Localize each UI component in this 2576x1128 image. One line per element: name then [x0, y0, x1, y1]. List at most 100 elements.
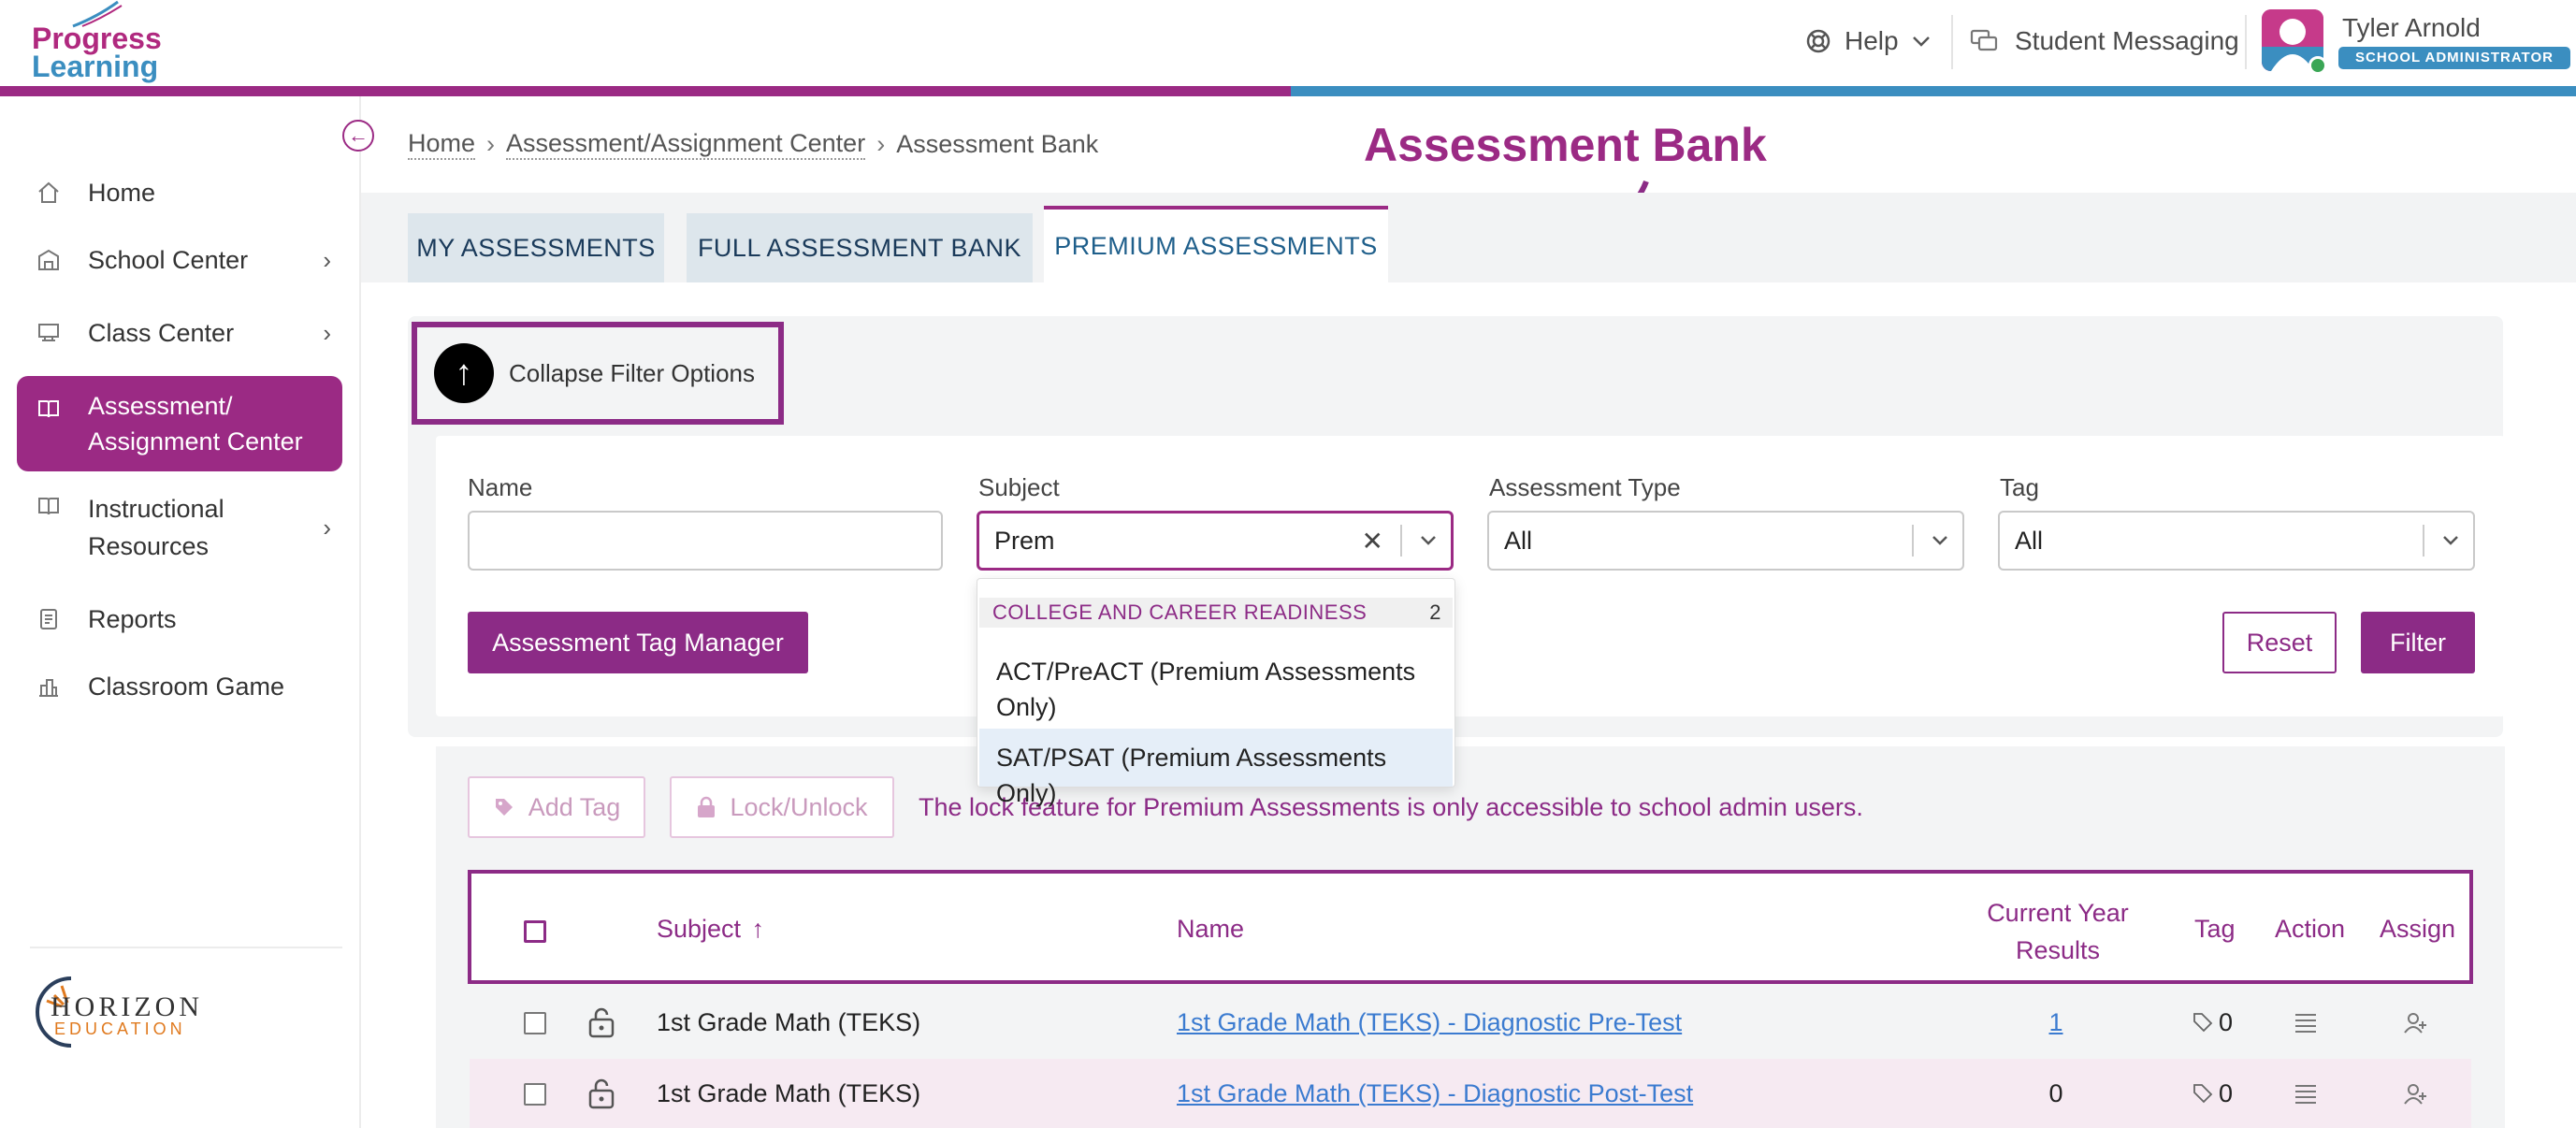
column-header-current-year-results[interactable]: Current Year Results — [1964, 894, 2151, 969]
assessment-type-select[interactable]: All — [1487, 511, 1964, 571]
sidebar-item-instructional-resources[interactable]: Instructional Resources › — [17, 490, 342, 565]
assign-user-icon[interactable] — [2404, 1012, 2428, 1034]
chevron-right-icon: › — [323, 513, 331, 542]
tab-premium-assessments[interactable]: PREMIUM ASSESSMENTS — [1044, 206, 1388, 282]
dropdown-option-sat[interactable]: SAT/PSAT (Premium Assessments Only) — [979, 729, 1453, 807]
tag-icon[interactable] — [2192, 1083, 2213, 1104]
tab-full-assessment-bank[interactable]: FULL ASSESSMENT BANK — [687, 213, 1033, 282]
breadcrumb-home[interactable]: Home — [408, 129, 476, 160]
row-checkbox[interactable] — [524, 1083, 546, 1106]
school-icon — [38, 249, 59, 270]
help-menu[interactable]: Help — [1805, 22, 1932, 60]
add-tag-button[interactable]: Add Tag — [468, 776, 645, 838]
home-icon — [38, 181, 59, 203]
sidebar-item-reports[interactable]: Reports — [17, 600, 342, 638]
filter-button[interactable]: Filter — [2361, 612, 2475, 673]
messaging-label: Student Messaging — [2015, 26, 2239, 55]
select-all-checkbox[interactable] — [524, 920, 546, 943]
chevron-right-icon: › — [323, 318, 331, 347]
clear-x-icon[interactable]: ✕ — [1362, 526, 1383, 557]
tag-filter-select[interactable]: All — [1998, 511, 2475, 571]
lock-unlock-button[interactable]: Lock/Unlock — [670, 776, 894, 838]
filter-card — [436, 436, 2505, 716]
reset-button[interactable]: Reset — [2222, 612, 2337, 673]
dropdown-group-count: 2 — [1429, 600, 1441, 624]
sidebar-item-label: Assessment/ — [88, 392, 233, 420]
sidebar-item-label: Classroom Game — [88, 672, 285, 701]
lock-feature-message: The lock feature for Premium Assessments… — [919, 793, 1863, 821]
lifebuoy-icon — [1806, 29, 1831, 53]
unlock-icon[interactable] — [587, 1077, 615, 1109]
arrow-up-icon: ↑ — [434, 343, 494, 403]
unlock-icon[interactable] — [587, 1006, 615, 1038]
select-divider — [1912, 525, 1914, 557]
menu-lines-icon[interactable] — [2294, 1012, 2318, 1034]
book-icon — [38, 400, 59, 418]
row-checkbox[interactable] — [524, 1012, 546, 1034]
dropdown-option-text: ACT/PreACT (Premium Assessments — [996, 658, 1416, 686]
student-messaging-link[interactable]: Student Messaging — [1970, 22, 2239, 60]
header-divider — [2245, 15, 2247, 69]
chevron-right-icon: › — [876, 130, 886, 158]
row-results-link[interactable]: 1 — [2037, 1008, 2075, 1037]
select-divider — [2423, 525, 2424, 557]
name-filter-label: Name — [468, 473, 533, 501]
sidebar-item-school-center[interactable]: School Center › — [17, 241, 342, 279]
chevron-down-icon[interactable] — [1415, 529, 1441, 552]
name-filter-input[interactable] — [468, 511, 943, 571]
table-row: 1st Grade Math (TEKS) 1st Grade Math (TE… — [470, 1059, 2471, 1128]
dropdown-group-label: COLLEGE AND CAREER READINESS — [992, 600, 1368, 624]
tag-filter-label: Tag — [2000, 473, 2039, 501]
education-logo-text: EDUCATION — [54, 1020, 186, 1038]
tag-icon — [495, 799, 513, 816]
column-header-results-line2: Results — [2015, 936, 2101, 964]
column-header-subject[interactable]: Subject ↑ — [657, 915, 764, 944]
assessment-tag-manager-button[interactable]: Assessment Tag Manager — [468, 612, 808, 673]
breadcrumb-assessment-center[interactable]: Assessment/Assignment Center — [506, 129, 866, 160]
column-header-name[interactable]: Name — [1177, 915, 1244, 944]
collapse-filter-label: Collapse Filter Options — [509, 358, 755, 387]
sidebar-item-label: School Center — [88, 245, 249, 274]
add-tag-label: Add Tag — [528, 792, 621, 821]
sort-arrow-up-icon: ↑ — [751, 915, 765, 943]
row-subject: 1st Grade Math (TEKS) — [657, 1079, 921, 1107]
annotation-title: Assessment Bank — [1364, 119, 1767, 171]
progress-learning-logo[interactable]: Progress Learning — [15, 0, 162, 84]
row-tag-count: 0 — [2219, 1008, 2234, 1036]
column-header-tag: Tag — [2194, 915, 2236, 943]
lock-unlock-label: Lock/Unlock — [730, 792, 868, 821]
row-tag-count: 0 — [2219, 1079, 2234, 1107]
sidebar-item-class-center[interactable]: Class Center › — [17, 314, 342, 352]
sidebar-item-home[interactable]: Home — [17, 174, 342, 211]
game-icon — [39, 679, 58, 697]
tab-my-assessments[interactable]: MY ASSESSMENTS — [408, 213, 664, 282]
subject-filter-label: Subject — [978, 473, 1060, 501]
subject-filter-select[interactable]: Prem ✕ — [977, 511, 1454, 571]
breadcrumb: Home › Assessment/Assignment Center › As… — [408, 129, 1098, 160]
brand-stripe-blue — [1291, 86, 2576, 96]
collapse-filter-button[interactable]: ↑ Collapse Filter Options — [412, 322, 784, 425]
row-assessment-link[interactable]: 1st Grade Math (TEKS) - Diagnostic Post-… — [1177, 1079, 1693, 1108]
chevron-down-icon[interactable] — [1927, 529, 1953, 552]
assessment-type-value: All — [1504, 526, 1533, 555]
row-assessment-link[interactable]: 1st Grade Math (TEKS) - Diagnostic Pre-T… — [1177, 1008, 1682, 1037]
help-label: Help — [1845, 26, 1899, 55]
collapse-sidebar-button[interactable]: ← — [342, 120, 374, 152]
sidebar-item-classroom-game[interactable]: Classroom Game — [17, 668, 342, 705]
select-divider — [1400, 525, 1402, 557]
class-icon — [38, 324, 59, 341]
assign-user-icon[interactable] — [2404, 1083, 2428, 1106]
user-name[interactable]: Tyler Arnold — [2342, 13, 2481, 43]
top-header: Progress Learning Help Student Messaging — [0, 0, 2576, 86]
assessment-type-label: Assessment Type — [1489, 473, 1681, 501]
chevron-down-icon[interactable] — [2438, 529, 2464, 552]
arrow-left-icon: ← — [348, 123, 369, 147]
reports-icon — [40, 609, 57, 629]
column-header-assign: Assign — [2380, 915, 2456, 943]
sidebar-item-label: Reports — [88, 604, 177, 633]
sidebar-item-label: Home — [88, 178, 156, 207]
sidebar-item-assessment-center[interactable]: Assessment/ Assignment Center — [17, 376, 342, 471]
tag-icon[interactable] — [2192, 1012, 2213, 1033]
menu-lines-icon[interactable] — [2294, 1083, 2318, 1106]
chat-bubbles-icon — [1970, 29, 1998, 51]
